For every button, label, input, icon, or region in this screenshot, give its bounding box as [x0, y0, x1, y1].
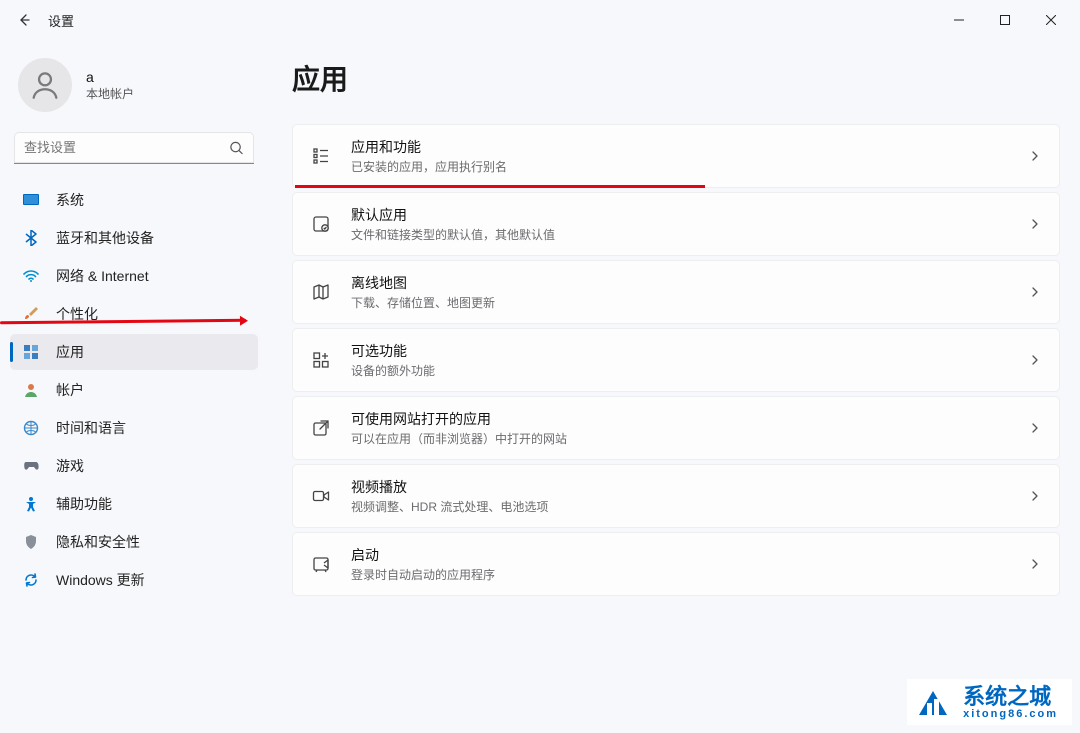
bluetooth-icon	[22, 229, 40, 247]
window-controls	[936, 4, 1074, 36]
card-desc: 设备的额外功能	[351, 362, 1009, 379]
sidebar-item-privacy[interactable]: 隐私和安全性	[10, 524, 258, 560]
account-type: 本地帐户	[86, 85, 134, 102]
maximize-button[interactable]	[982, 4, 1028, 36]
card-default-apps[interactable]: 默认应用 文件和链接类型的默认值，其他默认值	[292, 192, 1060, 256]
titlebar: 设置	[0, 0, 1080, 40]
sidebar: a 本地帐户 系统 蓝牙和其他设备 网络 & Internet	[0, 40, 268, 733]
avatar	[18, 58, 72, 112]
card-title: 应用和功能	[351, 137, 1009, 157]
watermark-text-en: xitong86.com	[963, 708, 1058, 720]
chevron-right-icon	[1029, 490, 1041, 502]
card-startup[interactable]: 启动 登录时自动启动的应用程序	[292, 532, 1060, 596]
card-title: 启动	[351, 545, 1009, 565]
account-block[interactable]: a 本地帐户	[10, 50, 258, 132]
update-icon	[22, 571, 40, 589]
sidebar-item-label: 应用	[56, 342, 84, 362]
sidebar-item-label: 隐私和安全性	[56, 532, 140, 552]
watermark-text-cn: 系统之城	[963, 686, 1058, 708]
card-apps-features[interactable]: 应用和功能 已安装的应用，应用执行别名	[292, 124, 1060, 188]
maximize-icon	[1000, 15, 1010, 25]
card-apps-for-websites[interactable]: 可使用网站打开的应用 可以在应用（而非浏览器）中打开的网站	[292, 396, 1060, 460]
card-title: 可使用网站打开的应用	[351, 409, 1009, 429]
card-offline-maps[interactable]: 离线地图 下载、存储位置、地图更新	[292, 260, 1060, 324]
chevron-right-icon	[1029, 558, 1041, 570]
shield-icon	[22, 533, 40, 551]
accessibility-icon	[22, 495, 40, 513]
default-apps-icon	[311, 214, 331, 234]
watermark: 系统之城 xitong86.com	[907, 679, 1072, 725]
globe-icon	[22, 419, 40, 437]
back-button[interactable]	[6, 2, 42, 38]
watermark-logo-icon	[913, 685, 953, 721]
sidebar-item-accounts[interactable]: 帐户	[10, 372, 258, 408]
search-input[interactable]	[14, 132, 254, 164]
list-icon	[311, 146, 331, 166]
card-title: 视频播放	[351, 477, 1009, 497]
card-desc: 可以在应用（而非浏览器）中打开的网站	[351, 430, 1009, 447]
sidebar-item-label: 时间和语言	[56, 418, 126, 438]
card-title: 默认应用	[351, 205, 1009, 225]
sidebar-item-label: 网络 & Internet	[56, 266, 149, 286]
window-title: 设置	[48, 11, 74, 30]
card-desc: 视频调整、HDR 流式处理、电池选项	[351, 498, 1009, 515]
account-name: a	[86, 69, 134, 85]
grid-plus-icon	[311, 350, 331, 370]
card-desc: 下载、存储位置、地图更新	[351, 294, 1009, 311]
card-desc: 登录时自动启动的应用程序	[351, 566, 1009, 583]
card-desc: 文件和链接类型的默认值，其他默认值	[351, 226, 1009, 243]
card-desc: 已安装的应用，应用执行别名	[351, 158, 1009, 175]
map-icon	[311, 282, 331, 302]
sidebar-item-personalization[interactable]: 个性化	[10, 296, 258, 332]
card-video-playback[interactable]: 视频播放 视频调整、HDR 流式处理、电池选项	[292, 464, 1060, 528]
sidebar-item-network[interactable]: 网络 & Internet	[10, 258, 258, 294]
sidebar-item-label: Windows 更新	[56, 570, 145, 590]
account-icon	[22, 381, 40, 399]
search-container	[14, 132, 254, 164]
page-title: 应用	[292, 58, 1060, 98]
card-title: 可选功能	[351, 341, 1009, 361]
sidebar-item-accessibility[interactable]: 辅助功能	[10, 486, 258, 522]
chevron-right-icon	[1029, 422, 1041, 434]
back-arrow-icon	[16, 12, 32, 28]
system-icon	[22, 191, 40, 209]
annotation-red-underline-card	[295, 185, 705, 188]
sidebar-item-label: 帐户	[56, 380, 84, 400]
chevron-right-icon	[1029, 150, 1041, 162]
sidebar-item-label: 游戏	[56, 456, 84, 476]
sidebar-item-time-language[interactable]: 时间和语言	[10, 410, 258, 446]
video-icon	[311, 486, 331, 506]
sidebar-item-bluetooth[interactable]: 蓝牙和其他设备	[10, 220, 258, 256]
close-icon	[1046, 15, 1056, 25]
sidebar-item-apps[interactable]: 应用	[10, 334, 258, 370]
sidebar-item-label: 蓝牙和其他设备	[56, 228, 154, 248]
minimize-button[interactable]	[936, 4, 982, 36]
main-content: 应用 应用和功能 已安装的应用，应用执行别名 默认应用 文件和链接类型的默认值，…	[268, 40, 1080, 733]
person-icon	[28, 68, 62, 102]
sidebar-item-label: 系统	[56, 190, 84, 210]
startup-icon	[311, 554, 331, 574]
sidebar-item-windows-update[interactable]: Windows 更新	[10, 562, 258, 598]
sidebar-item-system[interactable]: 系统	[10, 182, 258, 218]
sidebar-item-label: 辅助功能	[56, 494, 112, 514]
minimize-icon	[954, 15, 964, 25]
apps-icon	[22, 343, 40, 361]
chevron-right-icon	[1029, 218, 1041, 230]
nav: 系统 蓝牙和其他设备 网络 & Internet 个性化 应用 帐户	[10, 182, 258, 598]
gamepad-icon	[22, 457, 40, 475]
close-button[interactable]	[1028, 4, 1074, 36]
external-link-icon	[311, 418, 331, 438]
chevron-right-icon	[1029, 354, 1041, 366]
wifi-icon	[22, 267, 40, 285]
chevron-right-icon	[1029, 286, 1041, 298]
sidebar-item-gaming[interactable]: 游戏	[10, 448, 258, 484]
card-optional-features[interactable]: 可选功能 设备的额外功能	[292, 328, 1060, 392]
card-title: 离线地图	[351, 273, 1009, 293]
